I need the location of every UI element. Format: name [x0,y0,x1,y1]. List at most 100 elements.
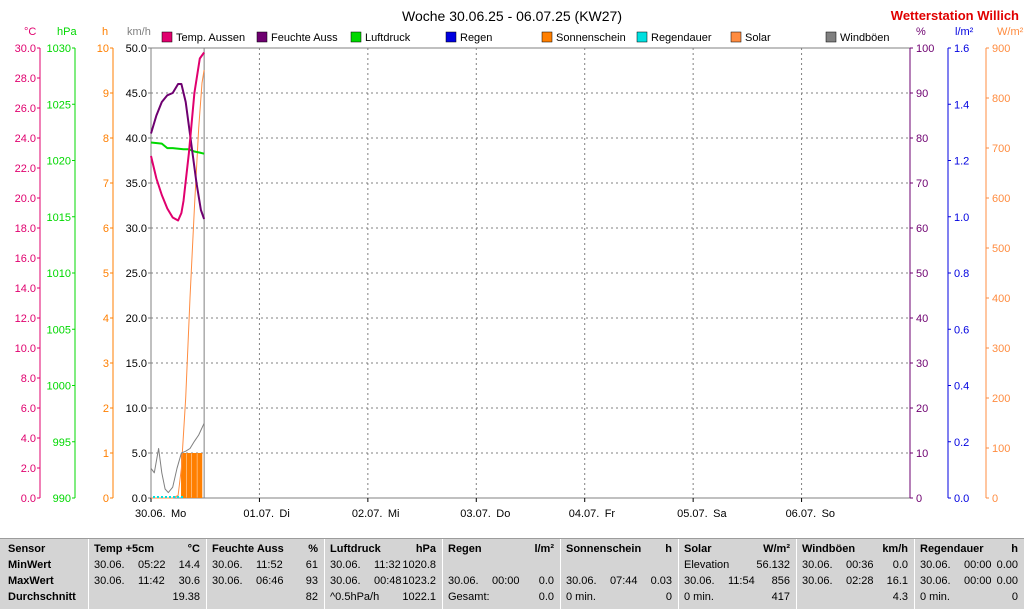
table-column: Luftdruck hPa 30.06. 11:32 1020.8 30.06. 00:48… [324,539,442,609]
table-cell: 30.06. [802,559,833,571]
table-cell: 11:52 [256,559,283,571]
table-cell: hPa [415,543,436,555]
table-cell: 30.06. [802,575,833,587]
axis-label-wind-10: 50.0 [126,43,147,55]
table-cell: Luftdruck [330,543,381,555]
table-cell: 30.06. [566,575,597,587]
chart-title: Woche 30.06.25 - 06.07.25 (KW27) [402,8,622,24]
axis-label-humidity-9: 90 [916,88,928,100]
table-cell: 1022.1 [402,591,436,603]
axis-label-sunshine-5: 5 [103,268,109,280]
table-column: Regen l/m² 30.06. 00:00 0.0 Gesamt: 0.0 [442,539,560,609]
table-cell: 30.06. [94,575,125,587]
table-cell: 1020.8 [402,559,436,571]
table-separator [206,539,207,609]
axis-label-humidity-8: 80 [916,133,928,145]
table-column: Temp +5cm °C 30.06. 05:22 14.4 30.06. 11:42 30.… [88,539,206,609]
table-cell: Temp +5cm [94,543,155,555]
axis-label-pressure-7: 1025 [47,99,71,111]
x-label-day-4: Fr [605,508,616,520]
legend-swatch-2 [350,31,362,43]
table-cell: 30.06. [212,559,243,571]
axis-label-solar-2: 200 [992,393,1010,405]
axis-label-humidity-2: 20 [916,403,928,415]
table-cell: Sensor [8,543,46,555]
axis-label-temp-7: 14.0 [15,283,36,295]
legend-label-2: Luftdruck [365,32,411,44]
axis-label-solar-7: 700 [992,143,1010,155]
table-column: Feuchte Auss% 30.06. 11:52 61 30.06. 06:46 93 8… [206,539,324,609]
table-separator [914,539,915,609]
table-cell: 30.6 [178,575,200,587]
table-cell: MinWert [8,559,52,571]
axis-label-humidity-1: 10 [916,448,928,460]
axis-label-wind-5: 25.0 [126,268,147,280]
axis-label-temp-12: 24.0 [15,133,36,145]
axis-unit-wind: km/h [127,26,151,38]
table-cell: 11:54 [728,575,755,587]
axis-label-temp-2: 4.0 [21,433,36,445]
table-cell: 11:42 [138,575,165,587]
axis-unit-sunshine: h [102,26,108,38]
axis-label-temp-1: 2.0 [21,463,36,475]
axis-label-pressure-4: 1010 [47,268,71,280]
axis-label-solar-5: 500 [992,243,1010,255]
axis-label-sunshine-3: 3 [103,358,109,370]
legend-swatch-5 [636,31,648,43]
table-column: Windböen km/h 30.06. 00:36 0.0 30.06. 02:28 16.… [796,539,914,609]
legend-label-1: Feuchte Auss [271,32,338,44]
axis-label-wind-4: 20.0 [126,313,147,325]
table-cell: l/m² [534,543,554,555]
axis-label-temp-4: 8.0 [21,373,36,385]
table-cell: 0 min. [566,591,596,603]
table-cell: MaxWert [8,575,54,587]
table-cell: 14.4 [178,559,200,571]
x-label-day-1: Di [279,508,289,520]
table-cell: 0.03 [650,575,672,587]
axis-unit-rain: l/m² [955,26,974,38]
axis-label-temp-5: 10.0 [15,343,36,355]
table-cell: 06:46 [256,575,284,587]
axis-label-sunshine-10: 10 [97,43,109,55]
x-label-date-1: 01.07. [243,508,274,520]
table-cell: 00:48 [374,575,402,587]
x-label-date-3: 03.07. [460,508,491,520]
table-cell: ^0.5hPa/h [330,591,380,603]
table-cell: 30.06. [330,559,361,571]
table-cell: 417 [771,591,790,603]
legend-swatch-0 [161,31,173,43]
table-column: Regendauer h 30.06. 00:00 0.00 30.06. 00:00 0.0… [914,539,1024,609]
axis-label-wind-3: 15.0 [126,358,147,370]
legend-label-7: Windböen [840,32,890,44]
table-cell: 30.06. [94,559,125,571]
legend-swatch-1 [256,31,268,43]
table-cell: 16.1 [886,575,908,587]
axis-label-wind-7: 35.0 [126,178,147,190]
table-cell: h [1011,543,1018,555]
table-cell: 4.3 [892,591,908,603]
table-column: Sensor MinWert MaxWert Durchschnitt [0,539,88,609]
axis-label-humidity-4: 40 [916,313,928,325]
x-label-day-5: Sa [713,508,727,520]
x-label-day-6: So [822,508,835,520]
table-cell: 0.00 [996,575,1018,587]
table-column: Sonnenschein h 30.06. 07:44 0.03 0 min. 0 [560,539,678,609]
table-separator [442,539,443,609]
axis-label-wind-1: 5.0 [132,448,147,460]
x-label-date-5: 05.07. [677,508,708,520]
axis-label-pressure-6: 1020 [47,156,71,168]
legend-label-3: Regen [460,32,492,44]
axis-label-humidity-0: 0 [916,493,922,505]
table-cell: 0 [1011,591,1018,603]
table-separator [796,539,797,609]
axis-label-rain-0: 0.0 [954,493,969,505]
axis-label-temp-8: 16.0 [15,253,36,265]
table-cell: 30.06. [330,575,361,587]
axis-label-sunshine-4: 4 [103,313,109,325]
axis-label-humidity-6: 60 [916,223,928,235]
table-cell: W/m² [763,543,790,555]
table-cell: Solar [684,543,712,555]
table-cell: 00:00 [492,575,520,587]
x-label-date-2: 02.07. [352,508,383,520]
table-cell: 02:28 [846,575,874,587]
